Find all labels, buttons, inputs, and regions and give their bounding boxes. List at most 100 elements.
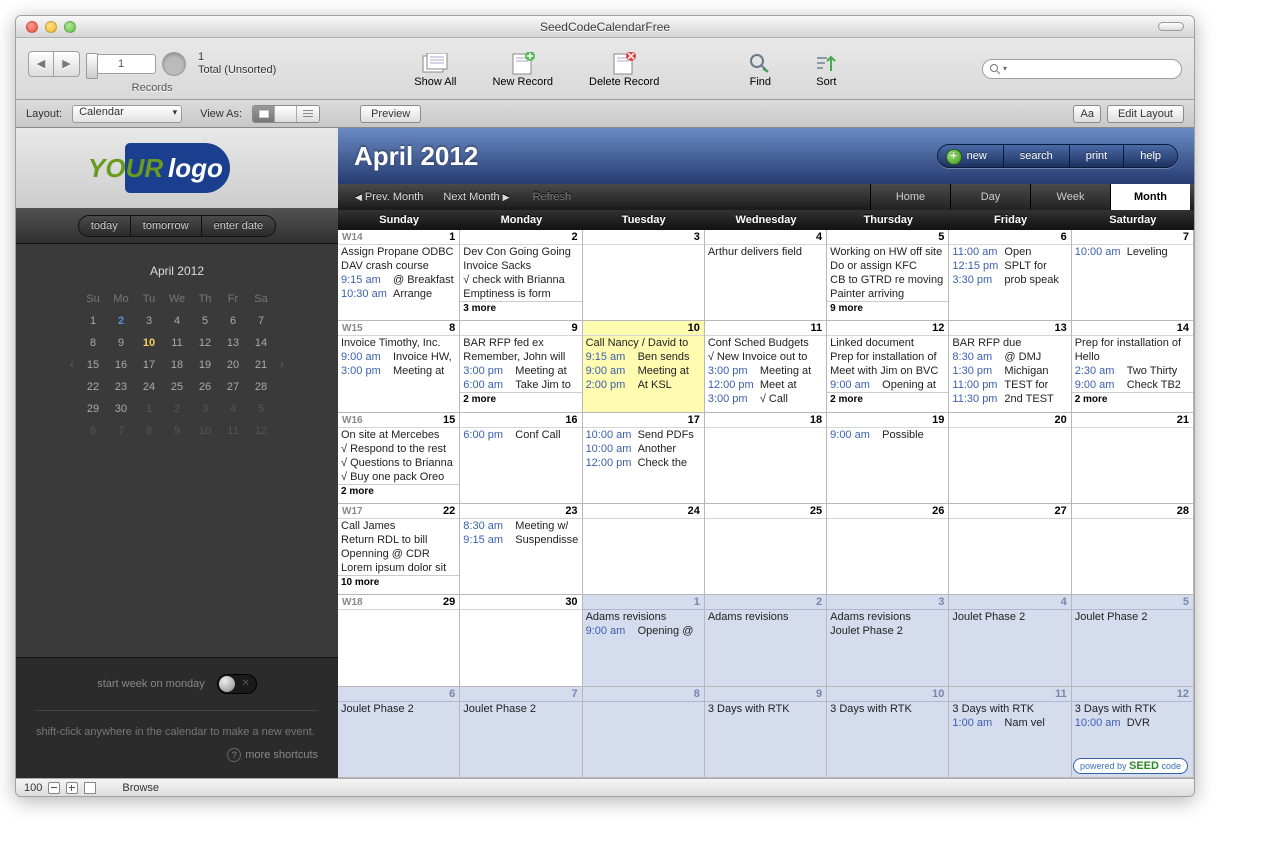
event[interactable]: 9:15 amBen sends	[583, 350, 704, 364]
event[interactable]: Openning @ CDR	[338, 547, 459, 561]
today-button[interactable]: today	[78, 215, 131, 237]
event[interactable]: Joulet Phase 2	[827, 624, 948, 638]
day-cell[interactable]: 30	[460, 595, 582, 686]
prev-month-button[interactable]: ◀Prev. Month	[342, 184, 433, 210]
mini-day[interactable]: 1	[79, 315, 107, 327]
event[interactable]: Prep for installation of	[1072, 336, 1193, 350]
event[interactable]: 8:30 amMeeting w/	[460, 519, 581, 533]
event[interactable]: 12:15 pmSPLT for	[949, 259, 1070, 273]
refresh-button[interactable]: Refresh	[523, 184, 582, 210]
day-cell[interactable]: 9BAR RFP fed exRemember, John will3:00 p…	[460, 321, 582, 412]
day-cell[interactable]: 24	[583, 504, 705, 595]
mini-day[interactable]: 10	[135, 337, 163, 349]
next-month-button[interactable]: Next Month▶	[433, 184, 522, 210]
event[interactable]: 3:00 pm√ Call	[705, 392, 826, 406]
event[interactable]: Conf Sched Budgets	[705, 336, 826, 350]
event[interactable]: 11:00 pmTEST for	[949, 378, 1070, 392]
mini-day[interactable]: 5	[191, 315, 219, 327]
event[interactable]: Joulet Phase 2	[1072, 610, 1193, 624]
sort-pie-icon[interactable]	[162, 52, 186, 76]
day-cell[interactable]: 8	[583, 687, 705, 778]
mini-day[interactable]: 21	[247, 359, 275, 371]
more-events[interactable]: 2 more	[1072, 392, 1193, 407]
more-events[interactable]: 2 more	[338, 484, 459, 499]
sort-button[interactable]: Sort	[811, 50, 841, 88]
day-cell[interactable]: 21	[1072, 413, 1194, 504]
more-events[interactable]: 9 more	[827, 301, 948, 316]
event[interactable]: Painter arriving	[827, 287, 948, 301]
mini-day[interactable]: 30	[107, 403, 135, 415]
event[interactable]: Adams revisions	[583, 610, 704, 624]
day-cell[interactable]: 3Adams revisionsJoulet Phase 2	[827, 595, 949, 686]
event[interactable]: 12:00 pmMeet at	[705, 378, 826, 392]
tomorrow-button[interactable]: tomorrow	[131, 215, 202, 237]
event[interactable]: 1:00 amNam vel	[949, 716, 1070, 730]
more-shortcuts-link[interactable]: ?more shortcuts	[36, 748, 318, 762]
event[interactable]: Adams revisions	[827, 610, 948, 624]
event[interactable]: Return RDL to bill	[338, 533, 459, 547]
preview-button[interactable]: Preview	[360, 105, 421, 123]
event[interactable]: On site at Mercebes	[338, 428, 459, 442]
mini-prev-icon[interactable]: ‹	[65, 359, 79, 371]
new-record-button[interactable]: New Record	[492, 50, 553, 88]
search-button[interactable]: search	[1004, 145, 1070, 167]
toolbar-toggle[interactable]	[1158, 22, 1184, 31]
event[interactable]: BAR RFP due	[949, 336, 1070, 350]
day-cell[interactable]: 123 Days with RTK10:00 amDVRpowered by S…	[1072, 687, 1194, 778]
day-cell[interactable]: 20	[949, 413, 1071, 504]
event[interactable]: 3 Days with RTK	[827, 702, 948, 716]
event[interactable]: 9:00 amInvoice HW,	[338, 350, 459, 364]
event[interactable]: Prep for installation of	[827, 350, 948, 364]
mini-day[interactable]: 8	[135, 425, 163, 437]
day-cell[interactable]: 11Conf Sched Budgets√ New Invoice out to…	[705, 321, 827, 412]
mini-day[interactable]: 12	[191, 337, 219, 349]
mini-day[interactable]: 3	[135, 315, 163, 327]
mini-day[interactable]: 6	[79, 425, 107, 437]
event[interactable]: CB to GTRD re moving	[827, 273, 948, 287]
event[interactable]: Arthur delivers field	[705, 245, 826, 259]
more-events[interactable]: 3 more	[460, 301, 581, 316]
view-list-icon[interactable]	[275, 106, 297, 122]
event[interactable]: DAV crash course	[338, 259, 459, 273]
day-cell[interactable]: 103 Days with RTK	[827, 687, 949, 778]
event[interactable]: Emptiness is form	[460, 287, 581, 301]
event[interactable]: Assign Propane ODBC	[338, 245, 459, 259]
event[interactable]: √ New Invoice out to	[705, 350, 826, 364]
day-cell[interactable]: 4Arthur delivers field	[705, 230, 827, 321]
day-cell[interactable]: 10Call Nancy / David to9:15 amBen sends9…	[583, 321, 705, 412]
event[interactable]: 10:30 amArrange	[338, 287, 459, 301]
view-tab-week[interactable]: Week	[1030, 184, 1110, 210]
day-cell[interactable]: 93 Days with RTK	[705, 687, 827, 778]
day-cell[interactable]: W1722Call JamesReturn RDL to billOpennin…	[338, 504, 460, 595]
mini-day[interactable]: 11	[219, 425, 247, 437]
mini-day[interactable]: 10	[191, 425, 219, 437]
mini-day[interactable]: 17	[135, 359, 163, 371]
enter-date-button[interactable]: enter date	[202, 215, 277, 237]
day-cell[interactable]: W1829	[338, 595, 460, 686]
event[interactable]: 11:00 amOpen	[949, 245, 1070, 259]
day-cell[interactable]: 1710:00 amSend PDFs10:00 amAnother12:00 …	[583, 413, 705, 504]
mini-day[interactable]: 20	[219, 359, 247, 371]
day-cell[interactable]: 113 Days with RTK1:00 amNam vel	[949, 687, 1071, 778]
event[interactable]: 3 Days with RTK	[1072, 702, 1193, 716]
mini-day[interactable]: 7	[247, 315, 275, 327]
event[interactable]: 9:00 amMeeting at	[583, 364, 704, 378]
day-cell[interactable]: 5Working on HW off siteDo or assign KFCC…	[827, 230, 949, 321]
powered-by-badge[interactable]: powered by SEED code	[1073, 758, 1188, 774]
mini-day[interactable]: 13	[219, 337, 247, 349]
day-cell[interactable]: 166:00 pmConf Call	[460, 413, 582, 504]
view-tab-home[interactable]: Home	[870, 184, 950, 210]
mini-day[interactable]: 8	[79, 337, 107, 349]
event[interactable]: Call Nancy / David to	[583, 336, 704, 350]
event[interactable]: 2:00 pmAt KSL	[583, 378, 704, 392]
event[interactable]: 9:15 amSuspendisse	[460, 533, 581, 547]
mini-next-icon[interactable]: ›	[275, 359, 289, 371]
day-cell[interactable]: 4Joulet Phase 2	[949, 595, 1071, 686]
event[interactable]: 9:00 amOpening at	[827, 378, 948, 392]
print-button[interactable]: print	[1070, 145, 1124, 167]
event[interactable]: 2:30 amTwo Thirty	[1072, 364, 1193, 378]
view-tab-day[interactable]: Day	[950, 184, 1030, 210]
mini-day[interactable]: 25	[163, 381, 191, 393]
mini-day[interactable]: 6	[219, 315, 247, 327]
event[interactable]: Joulet Phase 2	[460, 702, 581, 716]
